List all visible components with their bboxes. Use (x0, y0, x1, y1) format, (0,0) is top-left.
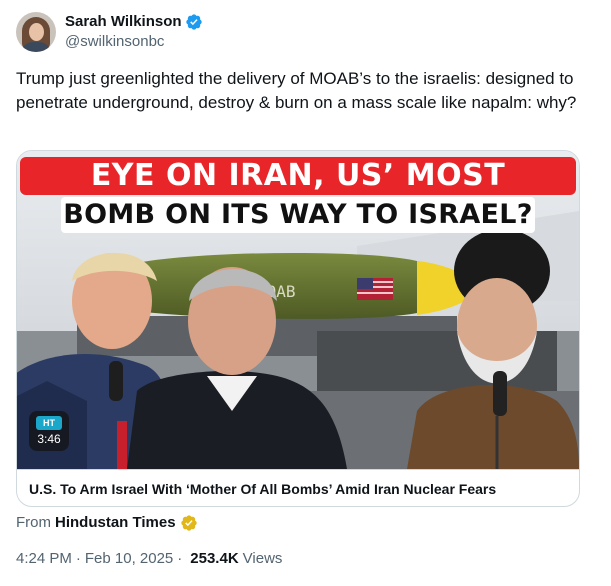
tweet-meta: 4:24 PM · Feb 10, 2025 · 253.4K Views (16, 549, 282, 569)
author-display-name[interactable]: Sarah Wilkinson (65, 12, 182, 32)
card-thumbnail[interactable]: MOAB EYE ON IRAN, US’ MOST POWERFUL BOMB… (17, 151, 579, 469)
video-duration-badge: HT 3:46 (29, 411, 69, 451)
tweet-header: Sarah Wilkinson @swilkinsonbc (16, 11, 203, 53)
gold-verified-badge-icon (180, 515, 197, 531)
card-footer[interactable]: U.S. To Arm Israel With ‘Mother Of All B… (17, 469, 579, 506)
views-count[interactable]: 253.4K (190, 549, 238, 569)
headline-line-2: BOMB ON ITS WAY TO ISRAEL? (61, 197, 535, 233)
ht-logo-icon: HT (36, 416, 62, 430)
link-card[interactable]: MOAB EYE ON IRAN, US’ MOST POWERFUL BOMB… (16, 150, 580, 507)
verified-badge-icon (185, 14, 202, 30)
from-label: From (16, 514, 51, 531)
tweet-date[interactable]: Feb 10, 2025 (85, 549, 173, 569)
meta-separator: · (177, 550, 183, 567)
card-title[interactable]: U.S. To Arm Israel With ‘Mother Of All B… (29, 480, 567, 498)
tweet-text: Trump just greenlighted the delivery of … (16, 69, 577, 112)
meta-separator: · (75, 550, 81, 567)
author-names: Sarah Wilkinson @swilkinsonbc (65, 12, 203, 52)
views-label: Views (242, 550, 283, 567)
video-duration: 3:46 (37, 432, 61, 446)
tweet-time[interactable]: 4:24 PM (16, 549, 72, 569)
source-attribution: From Hindustan Times (16, 513, 198, 533)
author-handle[interactable]: @swilkinsonbc (65, 32, 203, 52)
headline-line-1: EYE ON IRAN, US’ MOST POWERFUL (20, 157, 576, 231)
avatar[interactable] (16, 12, 56, 52)
source-name-link[interactable]: Hindustan Times (55, 513, 176, 533)
